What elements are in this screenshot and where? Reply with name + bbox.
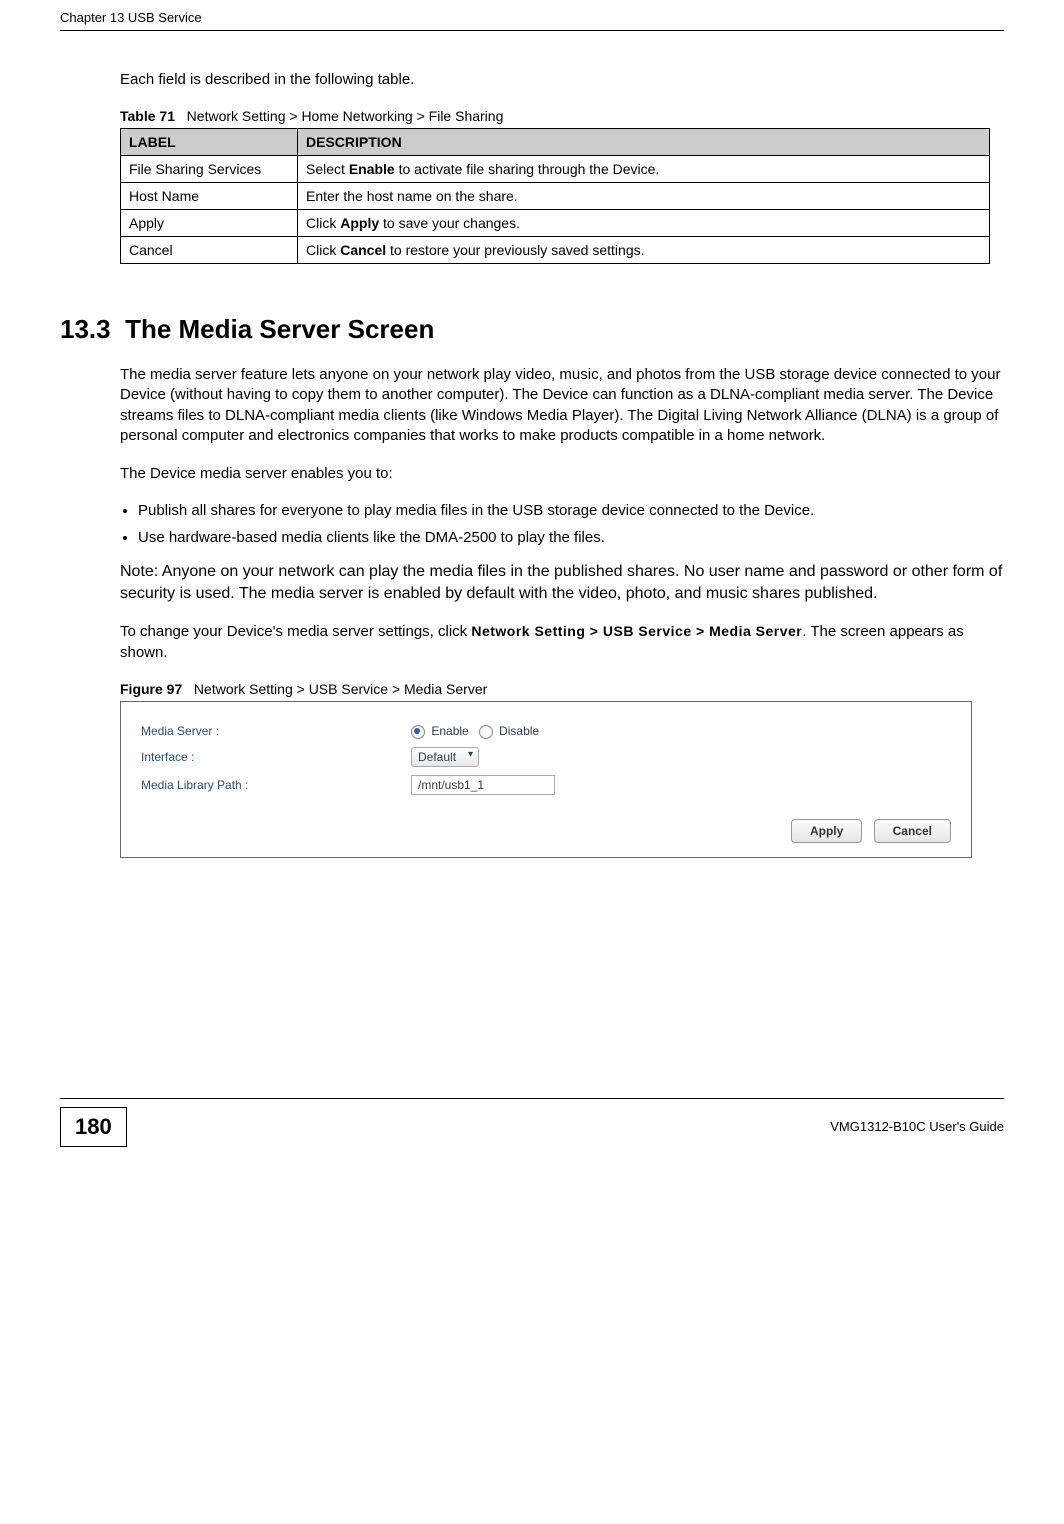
radio-enable-label: Enable xyxy=(431,724,468,738)
cancel-button[interactable]: Cancel xyxy=(874,819,951,843)
paragraph-3: To change your Device's media server set… xyxy=(120,622,1004,663)
section-title: The Media Server Screen xyxy=(125,314,434,344)
bullet-list: Publish all shares for everyone to play … xyxy=(120,502,1004,546)
table-row: Apply Click Apply to save your changes. xyxy=(121,210,990,237)
paragraph-1: The media server feature lets anyone on … xyxy=(120,365,1004,446)
paragraph-2: The Device media server enables you to: xyxy=(120,464,1004,484)
section-heading: 13.3 The Media Server Screen xyxy=(60,314,1004,345)
chapter-label: Chapter 13 USB Service xyxy=(60,10,202,25)
note-paragraph: Note: Anyone on your network can play th… xyxy=(120,561,1004,604)
page-header: Chapter 13 USB Service xyxy=(60,0,1004,31)
radio-enable[interactable] xyxy=(411,725,425,739)
cell-label: File Sharing Services xyxy=(121,156,298,183)
interface-select[interactable]: Default xyxy=(411,747,479,767)
cell-label: Host Name xyxy=(121,183,298,210)
button-row: Apply Cancel xyxy=(141,819,951,843)
nav-path: Network Setting > USB Service > Media Se… xyxy=(471,623,802,639)
cell-desc: Click Apply to save your changes. xyxy=(298,210,990,237)
table-number: Table 71 xyxy=(120,108,175,124)
media-library-path-input[interactable]: /mnt/usb1_1 xyxy=(411,775,555,795)
table-row: Host Name Enter the host name on the sha… xyxy=(121,183,990,210)
label-interface: Interface : xyxy=(141,743,411,771)
figure-caption: Figure 97 Network Setting > USB Service … xyxy=(120,681,1004,697)
table-row: Cancel Click Cancel to restore your prev… xyxy=(121,237,990,264)
cell-desc: Enter the host name on the share. xyxy=(298,183,990,210)
page-footer: 180 VMG1312-B10C User's Guide xyxy=(60,1098,1004,1167)
section-number: 13.3 xyxy=(60,314,111,344)
figure-caption-text: Network Setting > USB Service > Media Se… xyxy=(194,681,487,697)
th-label: LABEL xyxy=(121,129,298,156)
cell-desc: Click Cancel to restore your previously … xyxy=(298,237,990,264)
figure-number: Figure 97 xyxy=(120,681,182,697)
label-media-library-path: Media Library Path : xyxy=(141,771,411,799)
intro-paragraph: Each field is described in the following… xyxy=(120,71,1004,88)
table-caption-text: Network Setting > Home Networking > File… xyxy=(187,108,504,124)
cell-label: Cancel xyxy=(121,237,298,264)
apply-button[interactable]: Apply xyxy=(791,819,862,843)
guide-title: VMG1312-B10C User's Guide xyxy=(830,1119,1004,1134)
radio-disable-label: Disable xyxy=(499,724,539,738)
figure-97-screenshot: Media Server : Enable Disable Interface … xyxy=(120,701,972,858)
table-71: LABEL DESCRIPTION File Sharing Services … xyxy=(120,128,990,264)
table-caption: Table 71 Network Setting > Home Networki… xyxy=(120,108,1004,124)
cell-label: Apply xyxy=(121,210,298,237)
table-row: File Sharing Services Select Enable to a… xyxy=(121,156,990,183)
radio-disable[interactable] xyxy=(479,725,493,739)
media-server-radios: Enable Disable xyxy=(411,720,951,743)
th-description: DESCRIPTION xyxy=(298,129,990,156)
page-number: 180 xyxy=(60,1107,127,1147)
list-item: Publish all shares for everyone to play … xyxy=(138,502,1004,519)
list-item: Use hardware-based media clients like th… xyxy=(138,529,1004,546)
cell-desc: Select Enable to activate file sharing t… xyxy=(298,156,990,183)
label-media-server: Media Server : xyxy=(141,720,411,743)
table-header-row: LABEL DESCRIPTION xyxy=(121,129,990,156)
